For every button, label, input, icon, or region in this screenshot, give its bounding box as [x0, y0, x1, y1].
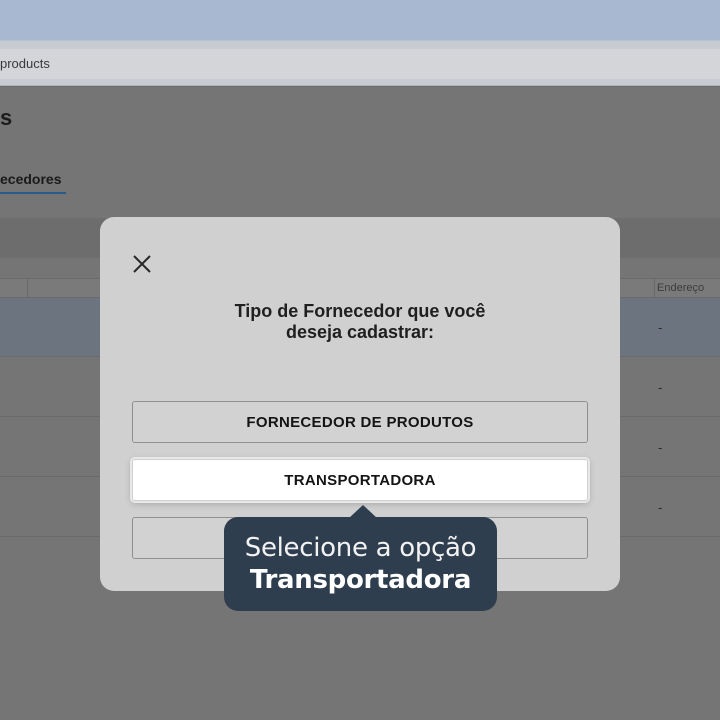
cell-endereco: - — [658, 440, 663, 455]
browser-tab-strip — [0, 0, 720, 40]
browser-address-bar: products — [0, 40, 720, 86]
column-header-endereco: Endereço — [657, 282, 705, 294]
tooltip-line1: Selecione a opção — [244, 533, 477, 563]
modal-title-line1: Tipo de Fornecedor que você — [234, 301, 486, 321]
page-title: s — [0, 105, 13, 130]
modal-title: Tipo de Fornecedor que você deseja cadas… — [100, 301, 620, 343]
cell-endereco: - — [658, 500, 663, 515]
address-field[interactable] — [0, 49, 720, 79]
tooltip-line2: Transportadora — [249, 565, 472, 595]
cell-endereco: - — [658, 380, 663, 395]
tooltip-arrow — [349, 505, 377, 518]
active-tab-indicator — [0, 192, 66, 194]
cell-endereco: - — [658, 320, 663, 335]
close-icon[interactable] — [130, 252, 154, 276]
tab-fornecedores[interactable]: ecedores — [0, 171, 61, 187]
guide-tooltip: Selecione a opção Transportadora — [224, 505, 497, 611]
option-transportadora-button[interactable]: TRANSPORTADORA — [132, 459, 588, 501]
modal-title-line2: deseja cadastrar: — [285, 322, 435, 342]
option-fornecedor-de-produtos-button[interactable]: FORNECEDOR DE PRODUTOS — [132, 401, 588, 443]
column-divider — [27, 279, 28, 299]
address-url-text: products — [0, 56, 50, 71]
column-divider — [654, 279, 655, 299]
